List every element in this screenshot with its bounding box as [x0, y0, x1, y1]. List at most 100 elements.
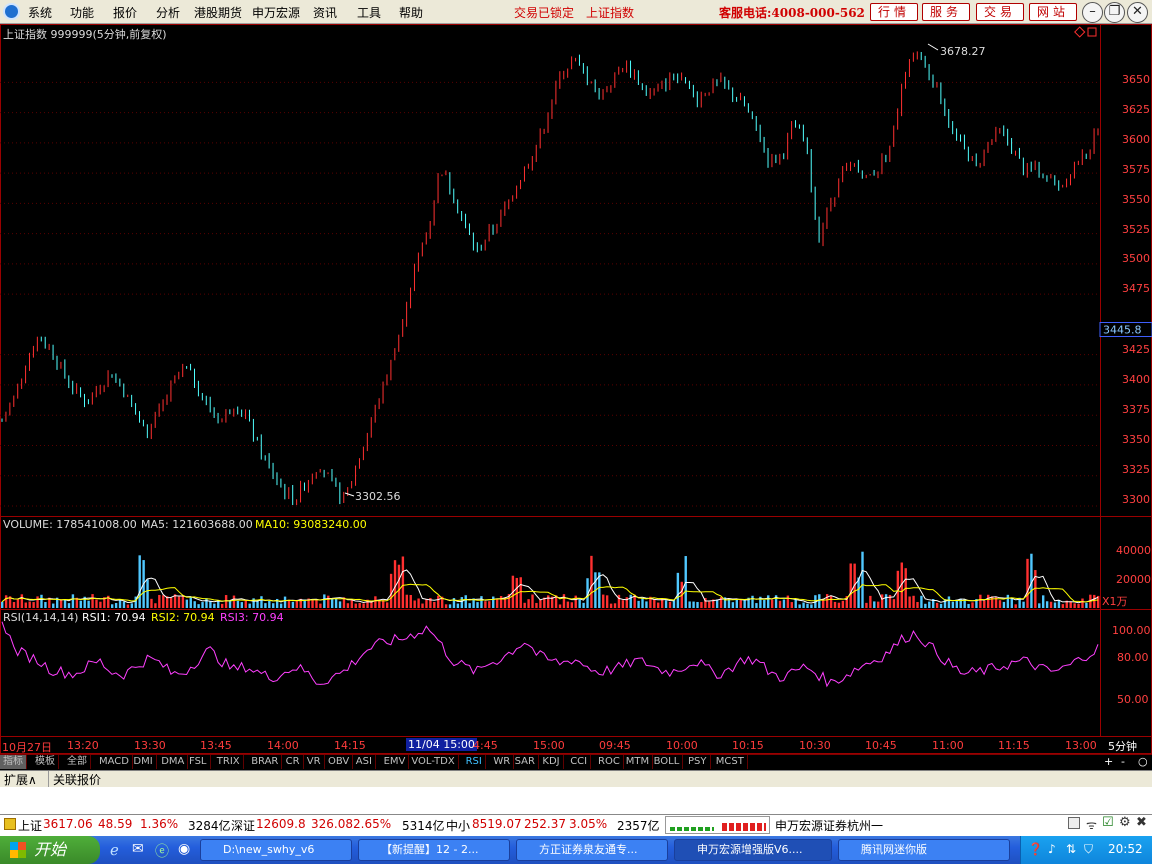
volume-bar [244, 600, 247, 608]
indicator-tab-dma[interactable]: DMA [158, 755, 189, 769]
trade-lock-status[interactable]: 交易已锁定 [514, 4, 574, 21]
indicator-tab-指标[interactable]: 指标 [0, 755, 27, 769]
zoom-in-icon[interactable]: + [1104, 755, 1113, 768]
indicator-tab-mcst[interactable]: MCST [713, 755, 748, 769]
security-icon[interactable]: ⛉ [1084, 842, 1093, 857]
service-button[interactable]: 服务 [922, 3, 970, 21]
diamond-icon[interactable] [1074, 26, 1086, 38]
volume-bar [558, 604, 562, 608]
volume-bar [869, 595, 872, 608]
volume-bar [91, 594, 94, 608]
close-ticker-icon[interactable]: ✖ [1136, 815, 1147, 830]
menu-hk-futures[interactable]: 港股期货 [194, 4, 242, 21]
sh-name[interactable]: 上证 [18, 817, 42, 834]
browser-icon[interactable]: ⓔ [155, 841, 169, 861]
indicator-tab-boll[interactable]: BOLL [651, 755, 684, 769]
time-label: 13:30 [134, 739, 166, 752]
indicator-tab-mtm[interactable]: MTM [623, 755, 654, 769]
expand-button[interactable]: 扩展∧ [4, 771, 37, 788]
volume-bar [87, 600, 90, 608]
cursor-time-label: 11/04 15:00 [406, 738, 477, 751]
volume-bar [260, 596, 263, 608]
volume-bar [417, 598, 420, 608]
restore-icon[interactable]: ❐ [1104, 2, 1125, 23]
layout-icon[interactable] [1068, 817, 1080, 829]
close-icon[interactable]: ✕ [1127, 2, 1148, 23]
menu-tools[interactable]: 工具 [357, 4, 381, 21]
indicator-tab-trix[interactable]: TRIX [214, 755, 244, 769]
indicator-tab-dmi[interactable]: DMI [130, 755, 157, 769]
indicator-tab-cci[interactable]: CCI [567, 755, 592, 769]
task-qq-mini[interactable]: 腾讯网迷你版 [838, 839, 1010, 861]
volume-bar [268, 600, 271, 608]
task-fzzq[interactable]: 方正证券泉友通专... [516, 839, 668, 861]
connection-icon[interactable]: ☑ [1102, 815, 1114, 830]
indicator-tab-asi[interactable]: ASI [353, 755, 376, 769]
menu-function[interactable]: 功能 [70, 4, 94, 21]
volume-bar [539, 599, 542, 608]
chart-area[interactable]: 3445.8 3302.56 3678.27 [0, 24, 1152, 754]
zx-name[interactable]: 中小 [446, 817, 470, 834]
volume-bar [959, 598, 962, 608]
indicator-tab-vol-tdx[interactable]: VOL-TDX [408, 755, 459, 769]
indicator-tab-rsi[interactable]: RSI [463, 755, 486, 769]
settings-icon[interactable]: ⚙ [1119, 815, 1131, 830]
volume-bar [743, 599, 746, 608]
menu-quote[interactable]: 报价 [113, 4, 137, 21]
volume-bar [1045, 601, 1049, 608]
current-index-link[interactable]: 上证指数 [586, 4, 634, 21]
volume-bar [602, 594, 605, 608]
ie-icon[interactable]: ℯ [110, 841, 119, 859]
indicator-tab-obv[interactable]: OBV [325, 755, 354, 769]
volume-icon[interactable]: ♪ [1048, 842, 1056, 856]
time-label: 13:00 [1065, 739, 1097, 752]
trade-button[interactable]: 交易 [976, 3, 1024, 21]
indicator-tab-fsl[interactable]: FSL [186, 755, 211, 769]
help-icon[interactable]: ❓ [1028, 842, 1043, 856]
website-button[interactable]: 网站 [1029, 3, 1077, 21]
mail-icon[interactable]: ✉ [132, 841, 144, 857]
volume-bar [146, 579, 149, 608]
related-quote-button[interactable]: 关联报价 [48, 771, 101, 788]
volume-bar [28, 601, 31, 608]
indicator-tab-sar[interactable]: SAR [512, 755, 539, 769]
minimize-icon[interactable]: – [1082, 2, 1103, 23]
menu-system[interactable]: 系统 [28, 4, 52, 21]
volume-bar [884, 594, 888, 608]
zoom-out-icon[interactable]: - [1121, 755, 1125, 768]
indicator-tab-模板[interactable]: 模板 [32, 755, 59, 769]
volume-bar [291, 601, 295, 608]
menu-help[interactable]: 帮助 [399, 4, 423, 21]
menu-news[interactable]: 资讯 [313, 4, 337, 21]
indicator-tab-brar[interactable]: BRAR [248, 755, 283, 769]
volume-bar [983, 600, 986, 608]
indicator-tab-全部[interactable]: 全部 [64, 755, 91, 769]
menu-swhy[interactable]: 申万宏源 [252, 4, 300, 21]
indicator-tab-psy[interactable]: PSY [685, 755, 711, 769]
quote-button[interactable]: 行情 [870, 3, 918, 21]
task-folder[interactable]: D:\new_swhy_v6 [200, 839, 352, 861]
network-icon[interactable]: ⇅ [1066, 842, 1076, 856]
volume-bar [767, 595, 770, 608]
app-logo-icon[interactable] [3, 3, 20, 20]
rsi-tick: 50.00 [1117, 693, 1149, 706]
menu-analysis[interactable]: 分析 [156, 4, 180, 21]
volume-bar [739, 600, 742, 608]
close-panel-icon[interactable]: ○ [1138, 755, 1148, 768]
volume-bar [939, 603, 943, 608]
task-swhy[interactable]: 申万宏源增强版V6.... [674, 839, 832, 861]
indicator-tab-cr[interactable]: CR [283, 755, 304, 769]
window-square-icon[interactable] [1087, 27, 1097, 37]
sz-name[interactable]: 深证 [231, 817, 255, 834]
player-icon[interactable]: ◉ [178, 841, 190, 857]
volume-bar [696, 601, 699, 608]
indicator-tab-macd[interactable]: MACD [96, 755, 133, 769]
volume-bar [484, 601, 487, 608]
indicator-tab-roc[interactable]: ROC [595, 755, 624, 769]
task-forum[interactable]: 【新提醒】12 - 2... [358, 839, 510, 861]
indicator-tab-vr[interactable]: VR [304, 755, 325, 769]
period-label[interactable]: 5分钟 [1108, 738, 1137, 754]
time-label: 09:45 [599, 739, 631, 752]
indicator-tab-kdj[interactable]: KDJ [539, 755, 564, 769]
indicator-tab-emv[interactable]: EMV [381, 755, 410, 769]
